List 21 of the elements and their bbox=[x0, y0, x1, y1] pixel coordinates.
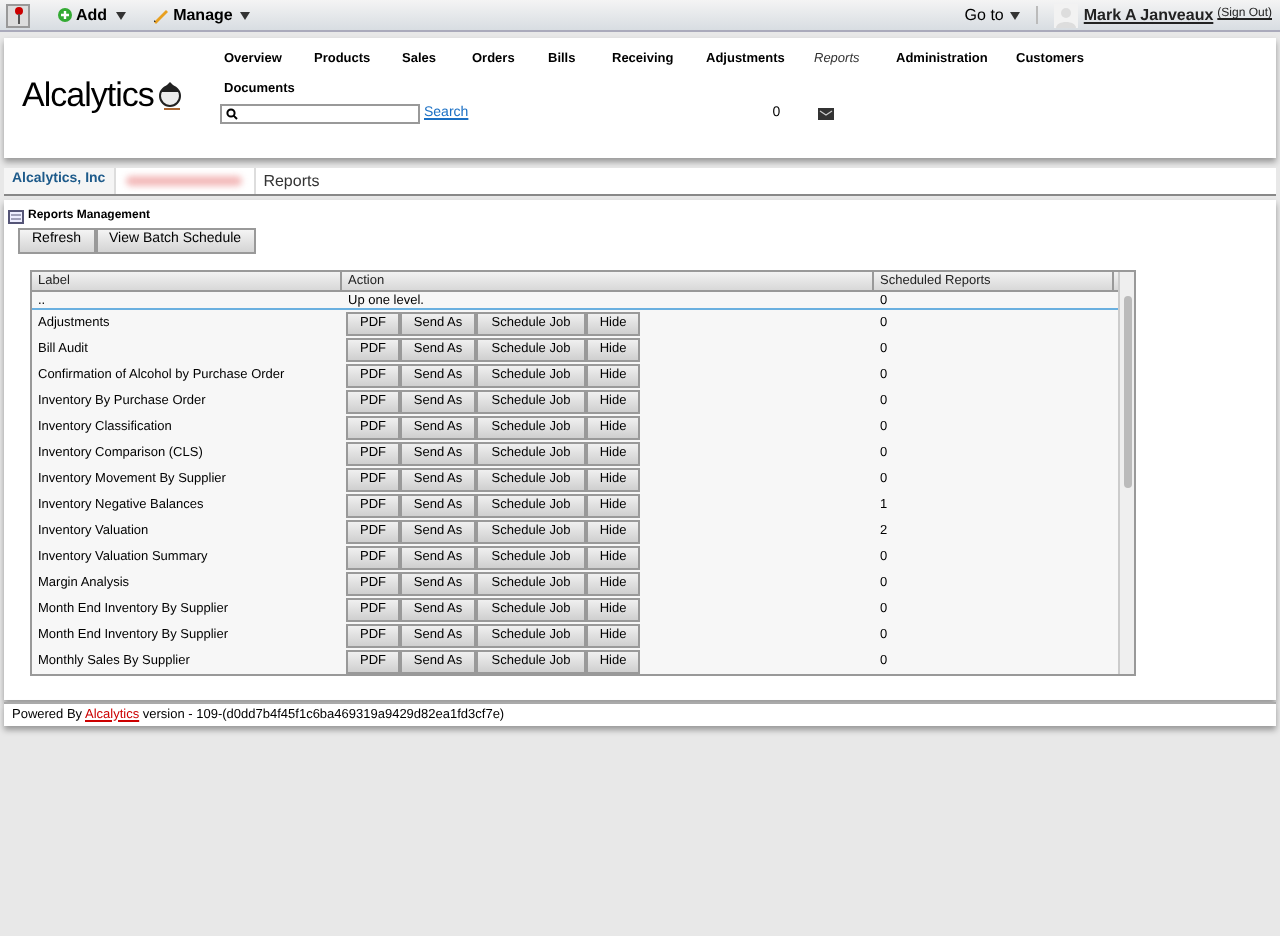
scrollbar-thumb[interactable] bbox=[1123, 296, 1131, 488]
avatar-icon bbox=[1053, 3, 1078, 27]
search-field[interactable] bbox=[220, 103, 420, 124]
caret-icon bbox=[240, 11, 251, 19]
redacted-label bbox=[126, 176, 243, 186]
pin-icon bbox=[11, 6, 25, 24]
goto-menu[interactable]: Go to bbox=[964, 3, 1020, 27]
plus-icon bbox=[58, 8, 72, 22]
add-button[interactable]: Add bbox=[58, 3, 126, 27]
manage-button[interactable]: Manage bbox=[151, 3, 251, 27]
user-link[interactable]: Mark A Janveaux bbox=[1083, 3, 1214, 27]
logo-text: Alcalytics bbox=[22, 74, 154, 119]
caret-icon bbox=[115, 11, 126, 19]
page-title: Reports bbox=[263, 169, 320, 193]
app-menu-button[interactable] bbox=[6, 3, 30, 27]
pencil-icon bbox=[151, 7, 170, 23]
mascot-icon bbox=[155, 79, 184, 109]
list-icon bbox=[8, 210, 24, 224]
caret-icon bbox=[1009, 11, 1020, 19]
mail-icon[interactable] bbox=[818, 107, 835, 120]
search-icon bbox=[226, 107, 238, 120]
